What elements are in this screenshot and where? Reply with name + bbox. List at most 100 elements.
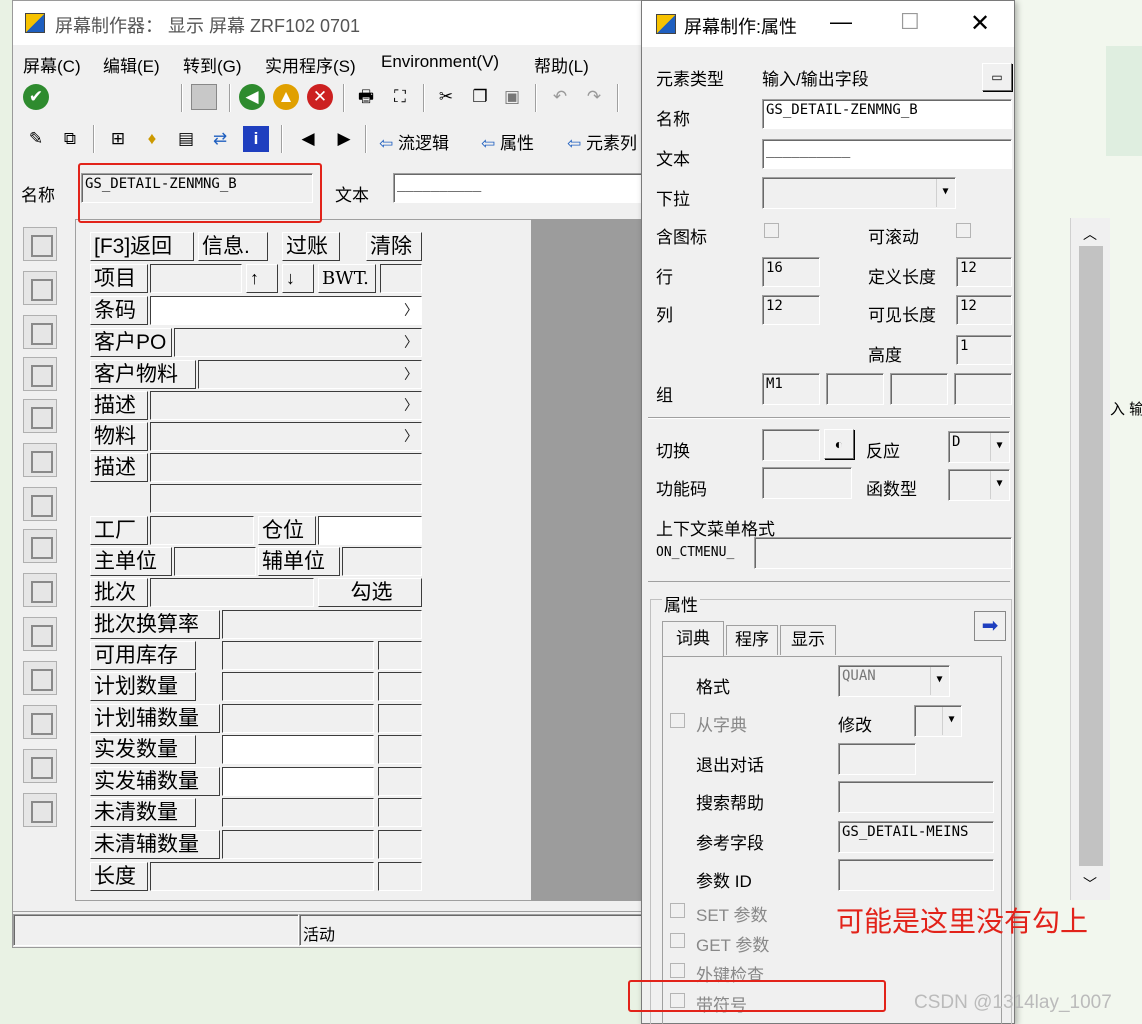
length-input[interactable] (150, 862, 374, 891)
open-qty-input[interactable] (222, 798, 374, 827)
menu-help[interactable]: 帮助(L) (534, 52, 589, 77)
plan-aux-qty-input[interactable] (222, 704, 374, 733)
batch-input[interactable] (150, 578, 314, 607)
group-field-1[interactable]: M1 (762, 373, 820, 405)
ref-field-field[interactable]: GS_DETAIL-MEINS (838, 821, 994, 853)
find-icon[interactable]: ⛶ (387, 84, 413, 110)
undo-icon[interactable]: ↶ (547, 84, 573, 110)
scrollable-checkbox[interactable] (956, 223, 971, 238)
from-dict-checkbox[interactable] (670, 713, 685, 728)
wizard-tool[interactable] (23, 529, 57, 563)
elem-type-button[interactable]: ▭ (982, 63, 1012, 91)
fcode-field[interactable] (762, 467, 852, 499)
search-help-field[interactable] (838, 781, 994, 813)
plan-qty-input[interactable] (222, 672, 374, 701)
param-id-field[interactable] (838, 859, 994, 891)
main-unit-input[interactable] (174, 547, 256, 576)
def-len-field[interactable]: 12 (956, 257, 1012, 287)
button-tool[interactable] (23, 617, 57, 651)
down-button[interactable]: ↓ (282, 264, 314, 293)
frame-tool[interactable] (23, 443, 57, 477)
bin-input[interactable] (318, 516, 422, 545)
next-icon[interactable]: ▶ (331, 126, 357, 152)
response-select[interactable]: D ▼ (948, 431, 1010, 463)
material-input[interactable]: 〉 (150, 422, 422, 451)
custom-control-tool[interactable] (23, 749, 57, 783)
menu-edit[interactable]: 编辑(E) (103, 52, 160, 77)
desc1-input[interactable]: 〉 (150, 391, 422, 420)
cust-mat-input[interactable]: 〉 (198, 360, 422, 389)
length-unit[interactable] (378, 862, 422, 891)
tab-dictionary[interactable]: 词典 (662, 621, 724, 657)
print-icon[interactable]: 🖶 (353, 84, 379, 110)
text-field[interactable]: __________ (393, 173, 643, 203)
element-list-button[interactable]: ⇦ 元素列 (567, 129, 637, 154)
open-aux-qty-input[interactable] (222, 830, 374, 859)
batch-rate-input[interactable] (222, 610, 422, 639)
foreign-key-checkbox[interactable] (670, 963, 685, 978)
props-text-field[interactable]: __________ (762, 139, 1012, 169)
cut-icon[interactable]: ✂ (433, 84, 459, 110)
row-field[interactable]: 16 (762, 257, 820, 287)
subscreen-tool[interactable] (23, 573, 57, 607)
object-icon[interactable]: ⧉ (57, 126, 83, 152)
exit-dialog-field[interactable] (838, 743, 916, 775)
avail-stock-unit[interactable] (378, 641, 422, 670)
vis-len-field[interactable]: 12 (956, 295, 1012, 325)
barcode-input[interactable]: 〉 (150, 296, 422, 325)
height-field[interactable]: 1 (956, 335, 1012, 365)
scroll-up-icon[interactable]: ︿ (1083, 224, 1097, 244)
switch-field[interactable] (762, 429, 820, 461)
actual-aux-qty-input[interactable] (222, 767, 374, 796)
copy-icon[interactable]: ❐ (467, 84, 493, 110)
dialog-close-icon[interactable]: ✕ (970, 9, 990, 38)
item-input[interactable] (150, 264, 242, 293)
minimize-icon[interactable]: — (830, 9, 852, 35)
pencil-icon[interactable]: ✎ (23, 126, 49, 152)
paste-icon[interactable]: ▣ (499, 84, 525, 110)
redo-icon[interactable]: ↷ (581, 84, 607, 110)
modify-select[interactable]: ▼ (914, 705, 962, 737)
ctx-menu-field[interactable] (754, 537, 1012, 569)
tabstrip-tool[interactable] (23, 487, 57, 521)
tab-program[interactable]: 程序 (726, 625, 778, 655)
open-aux-qty-unit[interactable] (378, 830, 422, 859)
with-icon-checkbox[interactable] (764, 223, 779, 238)
group-field-2[interactable] (826, 373, 884, 405)
format-select[interactable]: QUAN ▼ (838, 665, 950, 697)
menu-goto[interactable]: 转到(G) (183, 52, 242, 77)
save-icon[interactable] (191, 84, 217, 110)
actual-aux-qty-unit[interactable] (378, 767, 422, 796)
plan-aux-qty-unit[interactable] (378, 704, 422, 733)
text-tool[interactable] (23, 271, 57, 305)
back-icon[interactable]: ◀ (239, 84, 265, 110)
avail-stock-input[interactable] (222, 641, 374, 670)
prev-icon[interactable]: ◀ (295, 126, 321, 152)
set-param-checkbox[interactable] (670, 903, 685, 918)
pointer-tool[interactable] (23, 227, 57, 261)
plant-input[interactable] (150, 516, 254, 545)
col-field[interactable]: 12 (762, 295, 820, 325)
plan-qty-unit[interactable] (378, 672, 422, 701)
inputfield-tool[interactable] (23, 315, 57, 349)
lamp-icon[interactable]: ♦ (139, 126, 165, 152)
splitter[interactable] (648, 581, 1010, 585)
checkbox-tool[interactable] (23, 357, 57, 391)
btn-clear[interactable]: 清除 (366, 232, 422, 261)
desc2-input[interactable] (150, 453, 422, 482)
menu-environment[interactable]: Environment(V) (381, 52, 499, 72)
vertical-scrollbar[interactable]: ︿ ﹀ (1070, 218, 1110, 900)
radio-tool[interactable] (23, 399, 57, 433)
desc2-input-2[interactable] (150, 484, 422, 513)
move-icon[interactable]: ⇄ (207, 126, 233, 152)
dropdown-select[interactable]: ▼ (762, 177, 956, 209)
menu-utilities[interactable]: 实用程序(S) (265, 52, 356, 77)
bwt-input[interactable] (380, 264, 422, 293)
actual-qty-unit[interactable] (378, 735, 422, 764)
status-icon-tool[interactable] (23, 793, 57, 827)
check-button[interactable]: 勾选 (318, 578, 422, 607)
check-icon[interactable]: ✔ (23, 84, 49, 110)
props-name-field[interactable]: GS_DETAIL-ZENMNG_B (762, 99, 1012, 129)
btn-post[interactable]: 过账 (282, 232, 340, 261)
get-param-checkbox[interactable] (670, 933, 685, 948)
